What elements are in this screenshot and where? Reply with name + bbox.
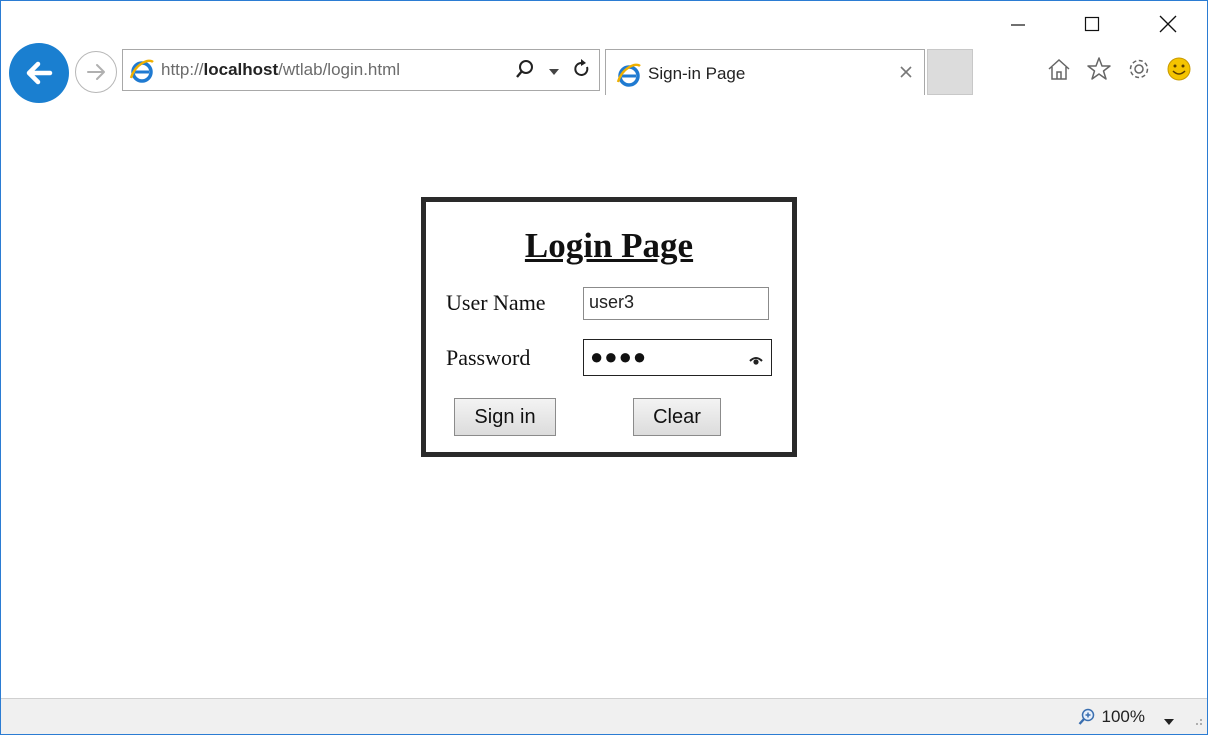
tab-title: Sign-in Page [648, 64, 746, 83]
new-tab-button[interactable] [927, 49, 973, 95]
page-title: Login Page [524, 226, 694, 265]
dropdown-arrow-icon[interactable] [1163, 713, 1175, 731]
login-box: Login Page User Name user3 Password ●●●●… [421, 197, 797, 457]
star-icon[interactable] [1083, 53, 1115, 85]
forward-arrow-icon [87, 64, 105, 80]
username-label: User Name [446, 290, 546, 315]
password-field[interactable]: ●●●● [583, 339, 772, 376]
url-host: localhost [203, 60, 279, 79]
sign-in-button[interactable]: Sign in [454, 398, 556, 436]
url-prefix: http:// [161, 60, 204, 79]
ie-logo-icon [129, 58, 155, 89]
close-tab-button[interactable] [894, 60, 918, 84]
search-icon[interactable] [515, 59, 535, 84]
back-arrow-icon [26, 61, 53, 85]
zoom-icon [1078, 708, 1094, 725]
zoom-control[interactable]: 100% [1078, 707, 1145, 727]
address-bar[interactable]: http://localhost/wtlab/login.html [122, 49, 600, 91]
password-mask: ●●●● [590, 344, 648, 369]
smiley-icon[interactable] [1163, 53, 1195, 85]
browser-window: http://localhost/wtlab/login.html Sign-i… [0, 0, 1208, 735]
password-label: Password [446, 345, 531, 370]
back-button[interactable] [9, 43, 69, 103]
close-window-button[interactable] [1145, 9, 1191, 39]
reveal-password-icon[interactable] [749, 350, 763, 371]
url-path: /wtlab/login.html [278, 60, 401, 79]
minimize-button[interactable] [995, 9, 1041, 39]
zoom-level: 100% [1101, 707, 1145, 726]
close-window-icon [1159, 15, 1177, 33]
tab-sign-in-page[interactable]: Sign-in Page [605, 49, 925, 95]
resize-grip-icon[interactable] [1193, 713, 1203, 731]
close-icon [900, 66, 912, 78]
maximize-button[interactable] [1069, 9, 1115, 39]
url-text: http://localhost/wtlab/login.html [161, 60, 400, 80]
ie-logo-icon [616, 62, 642, 93]
clear-button[interactable]: Clear [633, 398, 721, 436]
refresh-icon[interactable] [573, 59, 591, 84]
maximize-icon [1084, 16, 1100, 32]
status-bar: 100% [1, 698, 1207, 734]
forward-button[interactable] [75, 51, 117, 93]
dropdown-arrow-icon[interactable] [549, 63, 559, 81]
home-icon[interactable] [1043, 53, 1075, 85]
username-field[interactable]: user3 [583, 287, 769, 320]
gear-icon[interactable] [1123, 53, 1155, 85]
minimize-icon [1011, 24, 1025, 26]
